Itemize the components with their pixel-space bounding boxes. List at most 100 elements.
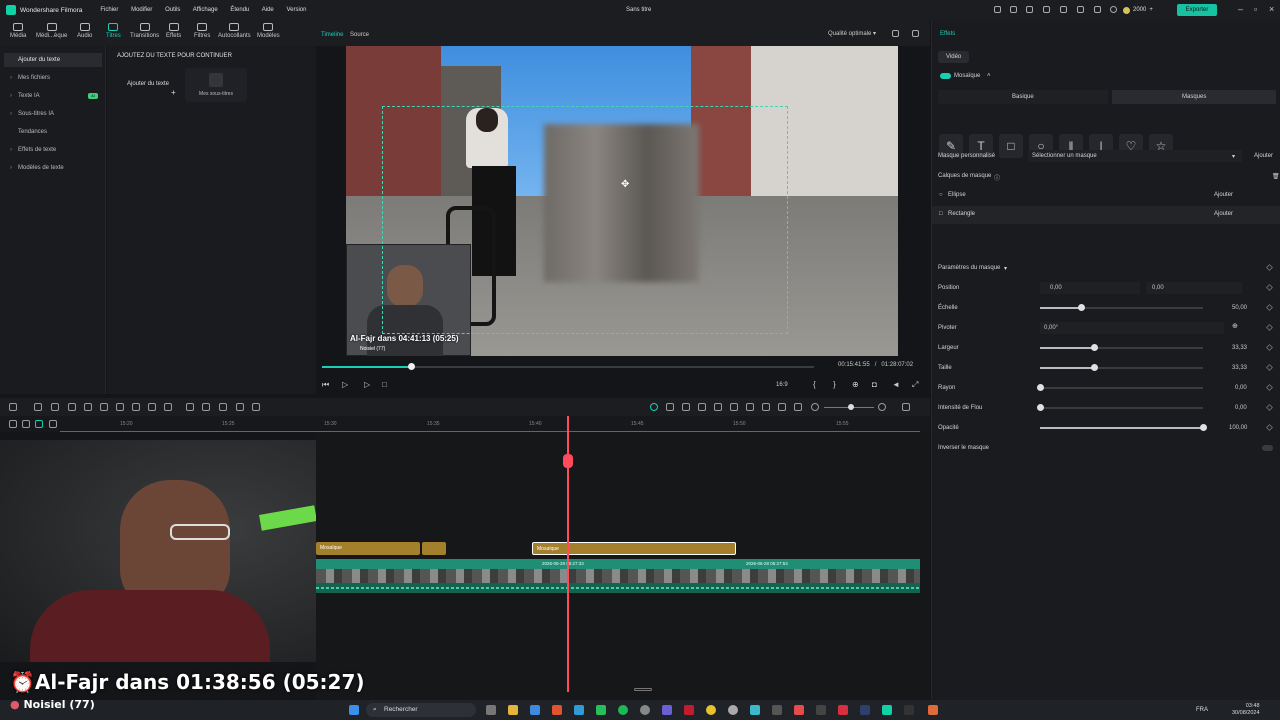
app-icon-navy[interactable]: [860, 705, 870, 715]
minimize-icon[interactable]: –: [1238, 4, 1243, 14]
scale-slider[interactable]: [1040, 304, 1203, 311]
timeline-scrollbar[interactable]: [634, 688, 652, 691]
credits[interactable]: 2000 +: [1123, 5, 1153, 15]
menu-etendu[interactable]: Étendu: [230, 7, 249, 13]
radius-value[interactable]: 0,00: [1235, 385, 1247, 391]
tool-audio[interactable]: Audio: [77, 23, 92, 39]
slider-handle[interactable]: [1090, 364, 1098, 371]
settings-icon[interactable]: [640, 705, 650, 715]
crop-icon[interactable]: [132, 403, 140, 411]
invert-mask-toggle[interactable]: [1262, 445, 1273, 451]
zoom-icon[interactable]: ⊕: [852, 380, 859, 389]
download-icon[interactable]: [1060, 6, 1067, 13]
mic-icon[interactable]: [746, 403, 754, 411]
slider-handle[interactable]: [1037, 404, 1044, 411]
mode-masques[interactable]: Masques: [1112, 90, 1276, 104]
audio-waveform[interactable]: [316, 583, 920, 593]
keyframe-icon[interactable]: [1265, 303, 1274, 312]
mask-selection-box[interactable]: [382, 106, 788, 334]
height-slider[interactable]: [1040, 364, 1203, 371]
undo-icon[interactable]: [51, 403, 59, 411]
menu-modifier[interactable]: Modifier: [131, 7, 152, 13]
stop-icon[interactable]: □: [382, 380, 387, 389]
delete-icon[interactable]: [84, 403, 92, 411]
render-icon[interactable]: [650, 403, 658, 411]
maximize-icon[interactable]: ▫: [1254, 4, 1257, 14]
pip-icon[interactable]: [778, 403, 786, 411]
voiceover-icon[interactable]: [698, 403, 706, 411]
spotify-icon[interactable]: [618, 705, 628, 715]
rotate-field[interactable]: 0,00°: [1040, 322, 1224, 334]
chevron-up-icon[interactable]: ˄: [987, 73, 991, 79]
tool-transitions[interactable]: Transitions: [130, 23, 159, 39]
color-icon[interactable]: [148, 403, 156, 411]
video-clip-header[interactable]: 2026-06-28 05:27:33 2026-06-28 05:27:53: [316, 559, 920, 569]
openai-icon[interactable]: [728, 705, 738, 715]
snap-icon[interactable]: [666, 403, 674, 411]
rectangle-mask-icon[interactable]: □: [999, 134, 1023, 158]
add-track-icon[interactable]: [9, 420, 17, 428]
timeline-ruler[interactable]: 15:20 15:25 15:30 15:35 15:40 15:45 15:5…: [0, 416, 930, 432]
opacity-value[interactable]: 100,00: [1229, 425, 1247, 431]
effect-clip[interactable]: Mosaïque: [316, 542, 420, 555]
scale-value[interactable]: 50,00: [1232, 305, 1247, 311]
zoom-slider[interactable]: [824, 404, 874, 410]
play-icon[interactable]: ▷: [364, 380, 370, 389]
app-icon-red[interactable]: [794, 705, 804, 715]
menu-outils[interactable]: Outils: [165, 7, 180, 13]
fit-icon[interactable]: [794, 403, 802, 411]
nav-texte-ia[interactable]: › Texte IA AI: [4, 89, 102, 103]
link-icon[interactable]: [22, 420, 30, 428]
chrome-icon[interactable]: [706, 705, 716, 715]
grid-icon[interactable]: [1094, 6, 1101, 13]
playhead-handle[interactable]: [563, 454, 573, 468]
layer-action[interactable]: Ajouter: [1214, 192, 1233, 198]
aspect-ratio-select[interactable]: 16:9: [776, 382, 788, 388]
select-tool-icon[interactable]: [34, 403, 42, 411]
opera-icon[interactable]: [684, 705, 694, 715]
menu-fichier[interactable]: Fichier: [100, 7, 118, 13]
radius-slider[interactable]: [1037, 384, 1203, 391]
menu-aide[interactable]: Aide: [262, 7, 274, 13]
playhead[interactable]: [563, 416, 573, 692]
tool-media[interactable]: Média: [10, 23, 26, 39]
keyframe-icon[interactable]: [1265, 283, 1274, 292]
video-preview[interactable]: ✥ Al-Fajr dans 04:41:13 (05:25) Noisiel …: [346, 46, 898, 356]
effect-clip-selected[interactable]: Mosaïque: [532, 542, 736, 555]
cloud-app-icon[interactable]: [750, 705, 760, 715]
mail-icon[interactable]: [1043, 6, 1050, 13]
heart-icon[interactable]: [1026, 6, 1033, 13]
tool-mediatheque[interactable]: Médi...èque: [36, 23, 67, 39]
effect-clip-small[interactable]: [422, 542, 446, 555]
menu-affichage[interactable]: Affichage: [193, 7, 218, 13]
volume-icon[interactable]: ◄: [892, 380, 900, 389]
keyframe-icon[interactable]: [1265, 403, 1274, 412]
avatar-icon[interactable]: [1110, 6, 1117, 13]
taskbar-search[interactable]: ⌕ Rechercher: [366, 703, 476, 717]
telegram-icon[interactable]: [574, 705, 584, 715]
timeline-tracks[interactable]: Mosaïque Mosaïque 2026-06-28 05:27:33 20…: [316, 432, 930, 700]
rotate-dial-icon[interactable]: ⊕: [1232, 322, 1238, 330]
keyframe-icon[interactable]: [1265, 263, 1274, 272]
layer-action[interactable]: Ajouter: [1214, 211, 1233, 217]
tool-filtres[interactable]: Filtres: [194, 23, 210, 39]
magnet-icon[interactable]: [35, 420, 43, 428]
bell-icon[interactable]: [1010, 6, 1017, 13]
tool-modeles[interactable]: Modèles: [257, 23, 280, 39]
preview-scrubber[interactable]: [322, 363, 814, 370]
taskview-icon[interactable]: [486, 705, 496, 715]
layout-icon[interactable]: [892, 30, 899, 37]
mask-layer-rectangle[interactable]: □ Rectangle Ajouter: [932, 206, 1280, 224]
export-button[interactable]: Exporter: [1177, 4, 1217, 16]
mark-out-icon[interactable]: }: [833, 380, 836, 389]
nav-tendances[interactable]: Tendances: [4, 125, 102, 139]
equalizer-icon[interactable]: [762, 403, 770, 411]
layout-grid-icon[interactable]: [9, 403, 17, 411]
keyframe-icon[interactable]: [1265, 343, 1274, 352]
keyframe-icon[interactable]: [1265, 383, 1274, 392]
zoom-out-icon[interactable]: [811, 403, 819, 411]
timeline-settings-icon[interactable]: [902, 403, 910, 411]
tab-source[interactable]: Source: [350, 32, 369, 38]
add-mask-button[interactable]: Ajouter: [1254, 153, 1273, 159]
store-icon[interactable]: [530, 705, 540, 715]
